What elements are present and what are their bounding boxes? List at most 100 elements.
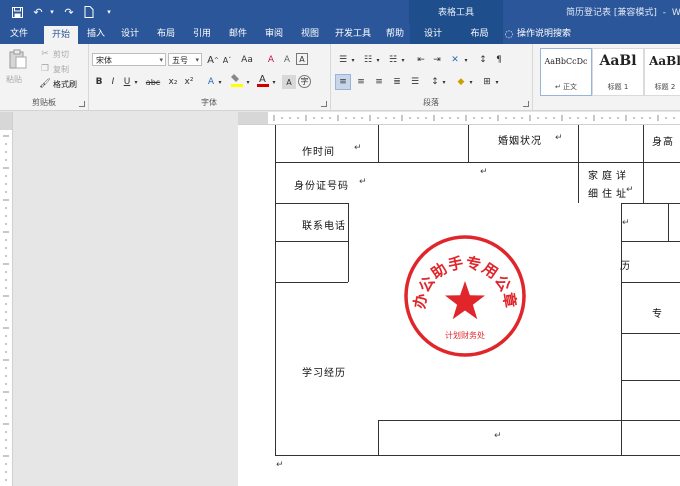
chinese-layout-dropdown-icon[interactable]: ▾	[462, 53, 470, 67]
character-border-icon[interactable]: A	[296, 53, 308, 65]
tab-design[interactable]: 设计	[114, 24, 146, 44]
align-right-icon[interactable]: ≡	[372, 75, 386, 89]
borders-dropdown-icon[interactable]: ▾	[493, 75, 501, 89]
style-heading-1[interactable]: AaBl 标题 1	[592, 48, 644, 96]
text-effects-dropdown-icon[interactable]: ▾	[216, 75, 224, 89]
align-left-icon[interactable]: ≡	[335, 74, 351, 90]
paste-button[interactable]: 粘贴	[6, 74, 22, 85]
font-size-combo[interactable]: 五号 ▾	[168, 53, 202, 66]
font-name-value: 宋体	[96, 56, 112, 65]
bullets-icon[interactable]: ☰	[336, 53, 350, 67]
cell-work-time[interactable]: 作时间	[302, 143, 335, 158]
font-launcher-icon[interactable]	[321, 101, 327, 107]
multilevel-dropdown-icon[interactable]: ▾	[399, 53, 407, 67]
highlight-dropdown-icon[interactable]: ▾	[244, 75, 252, 89]
cut-button[interactable]: 剪切	[53, 49, 69, 60]
underline-dropdown-icon[interactable]: ▾	[132, 75, 140, 89]
ribbon: 粘贴 ✂ 剪切 ❐ 复制 🖌 格式刷 剪贴板 宋体 ▾ 五号 ▾ A ^ Aˇ A…	[0, 44, 680, 111]
paragraph-mark: ↵	[626, 185, 634, 195]
format-painter-button[interactable]: 格式刷	[53, 79, 77, 90]
tab-view[interactable]: 视图	[294, 24, 326, 44]
numbering-dropdown-icon[interactable]: ▾	[374, 53, 382, 67]
cell-home-address-1[interactable]: 家庭详	[588, 167, 630, 182]
shading-icon[interactable]: ◆	[454, 75, 468, 89]
character-shading-icon[interactable]: A	[282, 75, 296, 89]
tab-table-design[interactable]: 设计	[410, 24, 456, 44]
borders-icon[interactable]: ⊞	[480, 75, 494, 89]
tab-table-layout[interactable]: 布局	[456, 24, 503, 44]
tab-home[interactable]: 开始	[44, 26, 78, 44]
paste-icon[interactable]	[8, 48, 28, 70]
copy-icon[interactable]: ❐	[38, 62, 52, 76]
enclose-characters-icon[interactable]: 字	[298, 75, 311, 88]
line-spacing-dropdown-icon[interactable]: ▾	[440, 75, 448, 89]
bold-icon[interactable]: B	[92, 75, 106, 89]
subscript-icon[interactable]: x₂	[166, 75, 180, 89]
clear-formatting-icon[interactable]: A	[264, 53, 278, 67]
vertical-ruler-ticks	[3, 135, 9, 481]
multilevel-list-icon[interactable]: ☵	[386, 53, 400, 67]
highlight-icon[interactable]	[230, 73, 244, 87]
superscript-icon[interactable]: x²	[182, 75, 196, 89]
official-seal-image[interactable]: 办公助手专用公章 计划财务处	[403, 234, 527, 358]
paragraph-group: ☰ ▾ ☷ ▾ ☵ ▾ ⇤ ⇥ ✕ ▾ ↕ ¶ ≡ ≡ ≡ ≣ ☰ ↕ ▾ ◆ …	[330, 44, 533, 110]
format-painter-icon[interactable]: 🖌	[38, 77, 52, 91]
cut-icon[interactable]: ✂	[38, 47, 52, 61]
font-name-combo[interactable]: 宋体 ▾	[92, 53, 166, 66]
strikethrough-icon[interactable]: abc	[144, 75, 162, 89]
save-icon[interactable]	[8, 3, 26, 21]
cell-education[interactable]: 历	[620, 257, 631, 272]
new-document-icon[interactable]	[80, 3, 98, 21]
customize-icon[interactable]: ▾	[100, 3, 118, 21]
tab-insert[interactable]: 插入	[80, 24, 112, 44]
tab-mailings[interactable]: 邮件	[222, 24, 254, 44]
style-heading-2[interactable]: AaBl 标题 2	[644, 48, 680, 96]
undo-dropdown-icon[interactable]: ▾	[47, 3, 57, 21]
cell-phone[interactable]: 联系电话	[302, 217, 346, 232]
styles-group: AaBbCcDc ↵ 正文 AaBl 标题 1 AaBl 标题 2	[532, 44, 680, 110]
phonetic-guide-icon[interactable]: A	[280, 53, 294, 67]
distributed-icon[interactable]: ☰	[408, 75, 422, 89]
cell-home-address-2[interactable]: 细住址	[588, 185, 630, 200]
cell-height[interactable]: 身高	[652, 133, 674, 148]
horizontal-ruler[interactable]	[238, 112, 680, 125]
numbering-icon[interactable]: ☷	[361, 53, 375, 67]
tab-references[interactable]: 引用	[186, 24, 218, 44]
font-color-dropdown-icon[interactable]: ▾	[270, 75, 278, 89]
justify-icon[interactable]: ≣	[390, 75, 404, 89]
shading-dropdown-icon[interactable]: ▾	[467, 75, 475, 89]
title-bar: ↶ ▾ ↷ ▾ 表格工具 简历登记表 [兼容模式] - Word	[0, 0, 680, 24]
paragraph-launcher-icon[interactable]	[523, 101, 529, 107]
cell-major[interactable]: 专	[652, 305, 663, 320]
sort-icon[interactable]: ↕	[476, 53, 490, 67]
cell-study-experience[interactable]: 学习经历	[302, 364, 346, 379]
shrink-font-icon[interactable]: Aˇ	[220, 53, 234, 67]
clipboard-group-label: 剪贴板	[32, 98, 56, 107]
vertical-ruler[interactable]	[0, 112, 13, 486]
tab-help[interactable]: 帮助	[380, 24, 410, 44]
show-marks-icon[interactable]: ¶	[492, 53, 506, 67]
change-case-icon[interactable]: Aa	[238, 53, 256, 67]
tell-me-search[interactable]: 操作说明搜索	[517, 24, 571, 44]
style-normal[interactable]: AaBbCcDc ↵ 正文	[540, 48, 592, 96]
align-center-icon[interactable]: ≡	[354, 75, 368, 89]
tab-review[interactable]: 审阅	[258, 24, 290, 44]
font-color-icon[interactable]: A	[256, 73, 270, 87]
redo-icon[interactable]: ↷	[60, 3, 78, 21]
clipboard-launcher-icon[interactable]	[79, 101, 85, 107]
copy-button[interactable]: 复制	[53, 64, 69, 75]
grow-font-icon[interactable]: A ^	[206, 53, 220, 67]
chinese-layout-icon[interactable]: ✕	[448, 53, 462, 67]
font-size-dropdown-icon[interactable]: ▾	[195, 54, 199, 67]
undo-icon[interactable]: ↶	[29, 3, 47, 21]
decrease-indent-icon[interactable]: ⇤	[414, 53, 428, 67]
cell-id-number[interactable]: 身份证号码	[294, 177, 349, 192]
tab-developer[interactable]: 开发工具	[330, 24, 376, 44]
increase-indent-icon[interactable]: ⇥	[430, 53, 444, 67]
font-name-dropdown-icon[interactable]: ▾	[159, 54, 163, 67]
cell-marital-status[interactable]: 婚姻状况	[498, 132, 542, 147]
bullets-dropdown-icon[interactable]: ▾	[349, 53, 357, 67]
tab-layout[interactable]: 布局	[150, 24, 182, 44]
italic-icon[interactable]: I	[106, 75, 120, 89]
tab-file[interactable]: 文件	[4, 24, 34, 44]
